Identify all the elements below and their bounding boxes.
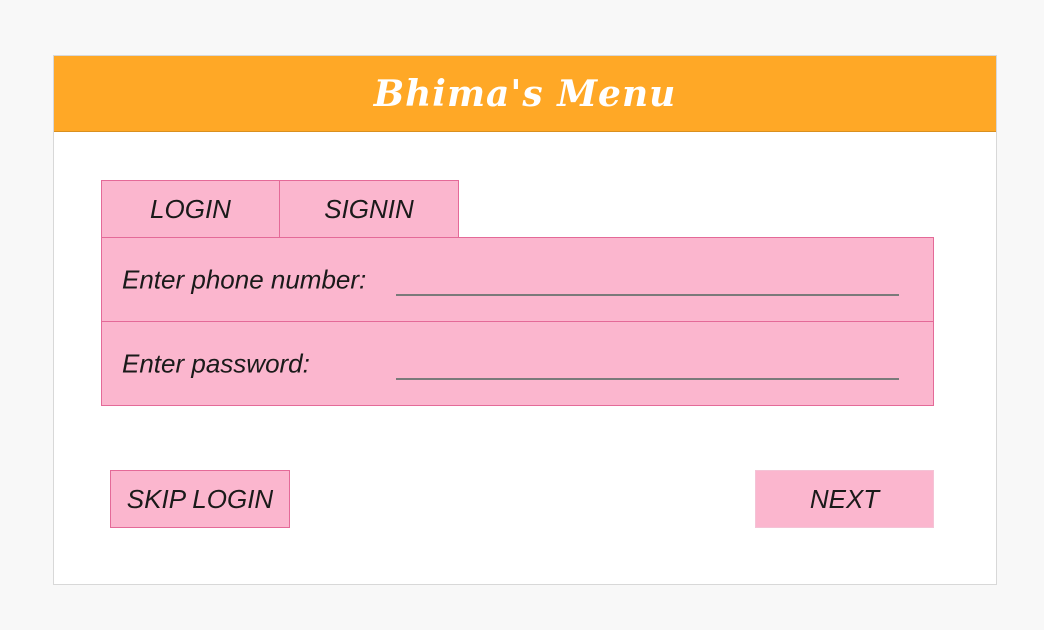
- tab-signin[interactable]: SIGNIN: [279, 180, 459, 238]
- app-title: Bhima's Menu: [373, 72, 677, 115]
- app-header: Bhima's Menu: [54, 56, 996, 132]
- login-form: Enter phone number: Enter password:: [101, 237, 934, 406]
- phone-label: Enter phone number:: [122, 264, 367, 294]
- tab-login[interactable]: LOGIN: [101, 180, 280, 238]
- next-button[interactable]: NEXT: [755, 470, 934, 528]
- phone-row: Enter phone number:: [102, 238, 933, 322]
- password-label: Enter password:: [122, 348, 310, 379]
- skip-login-button[interactable]: SKIP LOGIN: [110, 470, 290, 528]
- password-row: Enter password:: [102, 322, 933, 406]
- phone-input[interactable]: [396, 278, 899, 296]
- app-window: Bhima's Menu LOGIN SIGNIN Enter phone nu…: [53, 55, 997, 585]
- password-input[interactable]: [396, 362, 899, 380]
